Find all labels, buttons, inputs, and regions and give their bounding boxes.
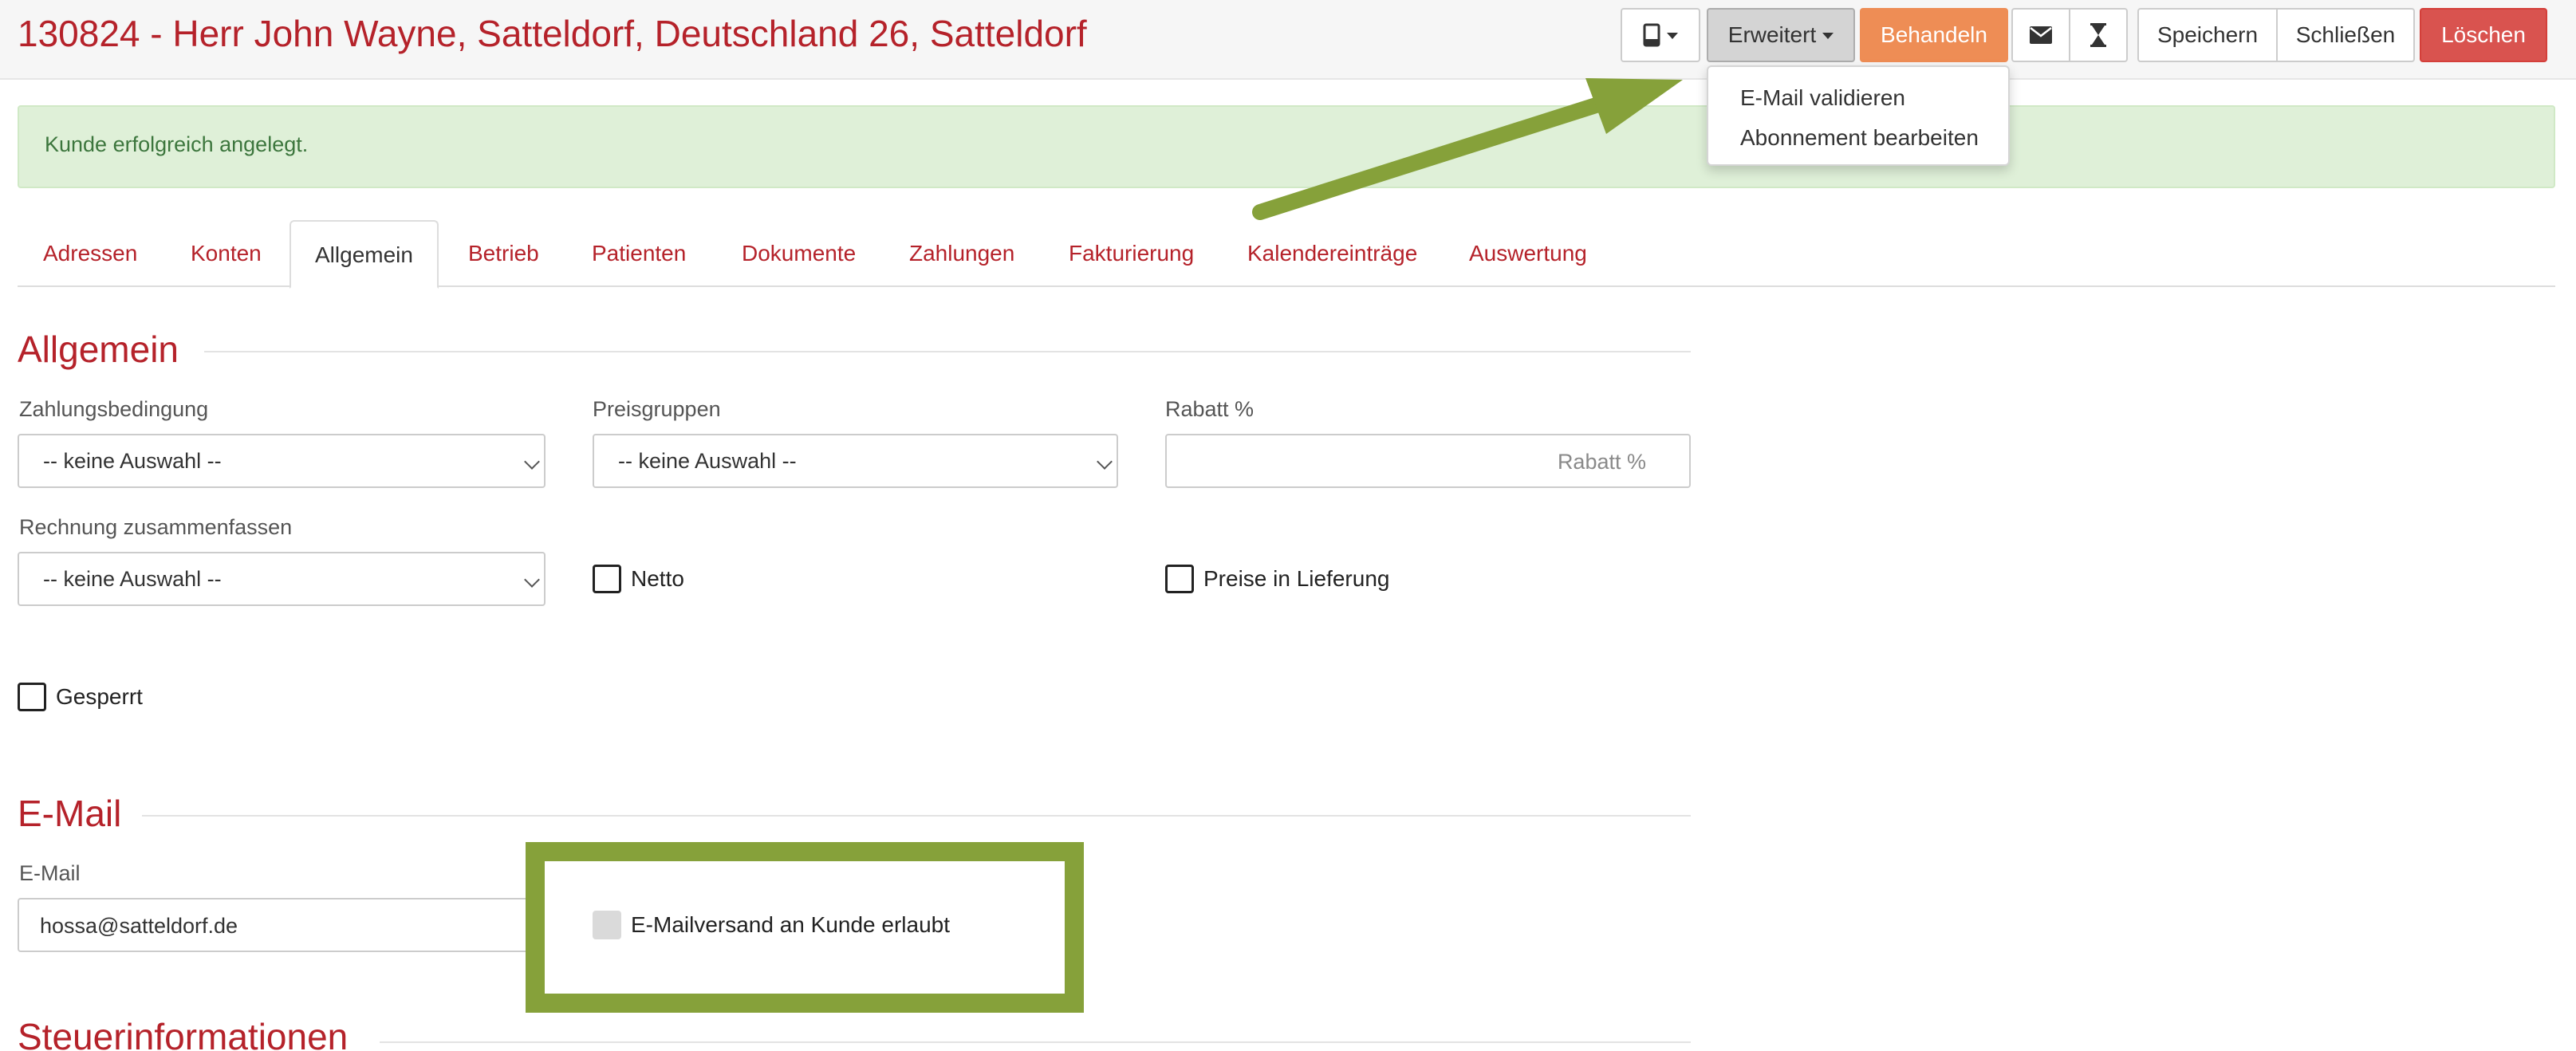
menu-item-abonnement-bearbeiten[interactable]: Abonnement bearbeiten <box>1708 118 2008 158</box>
erweitert-dropdown-menu: E-Mail validieren Abonnement bearbeiten <box>1707 65 2010 166</box>
annotation-arrow <box>1252 78 1683 220</box>
menu-item-email-validieren[interactable]: E-Mail validieren <box>1708 78 2008 118</box>
